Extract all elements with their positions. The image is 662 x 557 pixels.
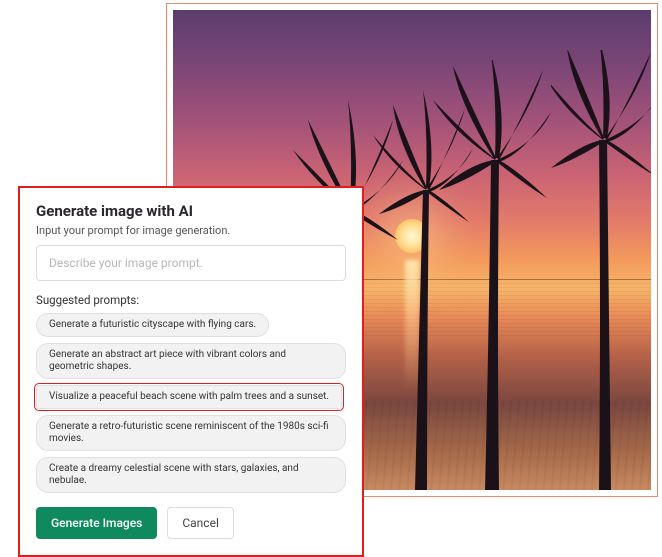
dialog-title: Generate image with AI <box>36 202 346 220</box>
generate-image-dialog: Generate image with AI Input your prompt… <box>18 186 364 557</box>
suggested-prompt[interactable]: Generate a retro-futuristic scene remini… <box>36 415 346 451</box>
cancel-button[interactable]: Cancel <box>167 507 234 539</box>
palm-tree-icon <box>551 50 651 490</box>
suggested-prompt[interactable]: Generate an abstract art piece with vibr… <box>36 343 346 379</box>
suggested-prompt[interactable]: Visualize a peaceful beach scene with pa… <box>36 385 342 409</box>
suggested-prompts-list: Generate a futuristic cityscape with fly… <box>36 313 346 493</box>
dialog-actions: Generate Images Cancel <box>36 507 346 539</box>
generate-button[interactable]: Generate Images <box>36 507 157 539</box>
suggested-prompts-label: Suggested prompts: <box>36 293 346 307</box>
suggested-prompt[interactable]: Create a dreamy celestial scene with sta… <box>36 457 346 493</box>
palm-tree-icon <box>431 60 551 490</box>
suggested-prompt[interactable]: Generate a futuristic cityscape with fly… <box>36 313 269 337</box>
dialog-subtitle: Input your prompt for image generation. <box>36 224 346 237</box>
prompt-input[interactable] <box>36 245 346 281</box>
